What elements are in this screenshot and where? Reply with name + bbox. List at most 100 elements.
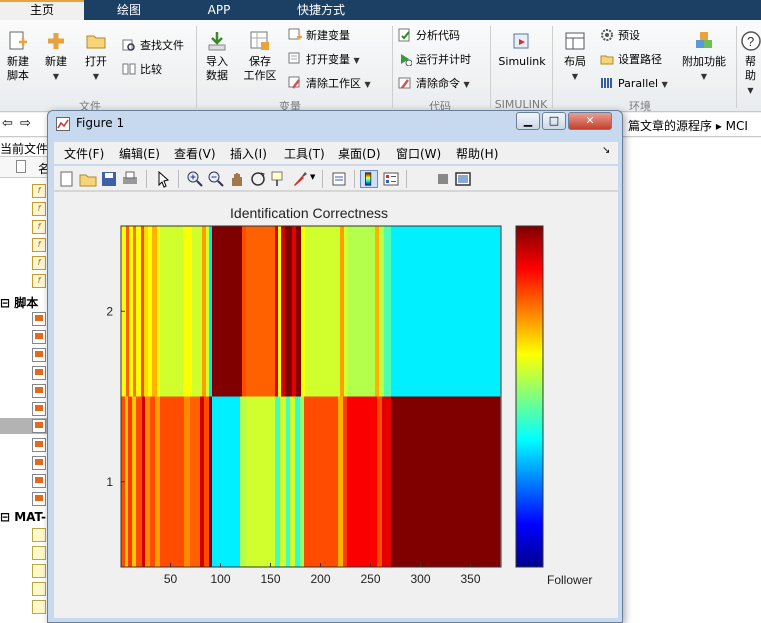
insert-legend-icon[interactable]: [382, 170, 400, 188]
addons-button[interactable]: 附加功能 ▼: [680, 30, 728, 84]
x-tick-label: 250: [360, 572, 380, 586]
menu-file[interactable]: 文件(F): [64, 145, 104, 162]
address-tail[interactable]: 篇文章的源程序 ▸ MCI: [628, 117, 748, 134]
tab-apps[interactable]: APP: [176, 0, 262, 20]
open-dropdown-icon[interactable]: ▼: [93, 72, 99, 81]
zoom-in-icon[interactable]: [186, 170, 204, 188]
menu-insert[interactable]: 插入(I): [230, 145, 267, 162]
clear-workspace-button[interactable]: 清除工作区 ▼: [288, 74, 371, 94]
pointer-icon[interactable]: [154, 170, 172, 188]
zoom-out-icon[interactable]: [207, 170, 225, 188]
help-button[interactable]: ? 帮助 ▼: [740, 30, 761, 98]
menu-view[interactable]: 查看(V): [174, 145, 216, 162]
minimize-button[interactable]: ▁: [516, 112, 540, 130]
set-path-button[interactable]: 设置路径: [600, 50, 662, 70]
open-variable-dropdown-icon[interactable]: ▼: [354, 56, 360, 65]
function-file-icon[interactable]: f: [32, 220, 46, 234]
script-file-icon[interactable]: [32, 348, 46, 362]
script-file-icon[interactable]: [32, 438, 46, 452]
mat-file-icon[interactable]: [32, 564, 46, 578]
pan-hand-icon[interactable]: [228, 170, 246, 188]
menu-tools[interactable]: 工具(T): [284, 145, 325, 162]
brush-icon[interactable]: [291, 170, 309, 188]
open-variable-button[interactable]: 打开变量 ▼: [288, 50, 360, 70]
dock-arrow-icon[interactable]: ↘: [602, 145, 610, 156]
save-workspace-button[interactable]: 保存 工作区: [242, 30, 278, 83]
new-button[interactable]: 新建 ▼: [42, 30, 70, 84]
print-icon[interactable]: [121, 170, 139, 188]
function-file-icon[interactable]: f: [32, 202, 46, 216]
parallel-button[interactable]: Parallel ▼: [600, 74, 668, 94]
close-button[interactable]: ✕: [568, 112, 612, 130]
open-button[interactable]: 打开 ▼: [82, 30, 110, 84]
compare-button[interactable]: 比较: [122, 60, 162, 80]
clear-commands-dropdown-icon[interactable]: ▼: [464, 80, 470, 89]
script-file-icon[interactable]: [32, 492, 46, 506]
clear-workspace-dropdown-icon[interactable]: ▼: [365, 80, 371, 89]
function-file-icon[interactable]: f: [32, 238, 46, 252]
new-figure-icon[interactable]: [58, 170, 76, 188]
show-plot-tools-icon[interactable]: [454, 170, 472, 188]
parallel-dropdown-icon[interactable]: ▼: [662, 80, 668, 89]
new-variable-button[interactable]: 新建变量: [288, 26, 350, 46]
heatmap-cell: [129, 226, 134, 397]
script-file-icon[interactable]: [32, 474, 46, 488]
tab-plots[interactable]: 绘图: [86, 0, 172, 20]
function-file-icon[interactable]: f: [32, 256, 46, 270]
menu-help[interactable]: 帮助(H): [456, 145, 498, 162]
open-file-icon[interactable]: [79, 170, 97, 188]
menu-window[interactable]: 窗口(W): [396, 145, 441, 162]
tab-shortcuts[interactable]: 快捷方式: [264, 0, 378, 20]
forward-arrow-icon[interactable]: ⇨: [20, 116, 31, 131]
mat-file-icon[interactable]: [32, 582, 46, 596]
import-data-button[interactable]: 导入 数据: [202, 30, 232, 83]
svg-text:?: ?: [747, 34, 754, 49]
mat-file-icon[interactable]: [32, 546, 46, 560]
toolbar-divider: [178, 170, 179, 188]
heatmap-chart[interactable]: Identification Correctness 50 100 150 200 25…: [54, 192, 618, 618]
help-dropdown-icon[interactable]: ▼: [747, 86, 753, 95]
script-file-icon[interactable]: [32, 312, 46, 326]
script-file-icon[interactable]: [32, 330, 46, 344]
new-dropdown-icon[interactable]: ▼: [53, 72, 59, 81]
figure-canvas[interactable]: Identification Correctness 50 100 150 200 25…: [54, 192, 618, 618]
rotate-3d-icon[interactable]: [249, 170, 267, 188]
clear-commands-button[interactable]: 清除命令 ▼: [398, 74, 470, 94]
back-arrow-icon[interactable]: ⇦: [2, 116, 13, 131]
maximize-button[interactable]: □: [542, 112, 566, 130]
layout-dropdown-icon[interactable]: ▼: [572, 72, 578, 81]
script-file-icon[interactable]: [32, 402, 46, 416]
menu-edit[interactable]: 编辑(E): [119, 145, 160, 162]
collapse-icon[interactable]: ⊟: [0, 296, 14, 310]
mat-section-header[interactable]: ⊟ MAT-: [0, 510, 46, 524]
brush-dropdown-icon[interactable]: ▼: [310, 173, 315, 181]
addons-dropdown-icon[interactable]: ▼: [701, 72, 707, 81]
save-icon[interactable]: [100, 170, 118, 188]
tab-home[interactable]: 主页: [0, 0, 84, 20]
simulink-button[interactable]: Simulink: [496, 30, 548, 69]
mat-file-icon[interactable]: [32, 600, 46, 614]
scripts-section-header[interactable]: ⊟ 脚本: [0, 294, 38, 311]
insert-colorbar-icon[interactable]: [360, 170, 378, 188]
script-file-icon[interactable]: [32, 366, 46, 380]
find-files-button[interactable]: 查找文件: [122, 36, 184, 56]
menu-desktop[interactable]: 桌面(D): [338, 145, 381, 162]
mat-file-icon[interactable]: [32, 528, 46, 542]
figure-window[interactable]: Figure 1 ▁ □ ✕ 文件(F) 编辑(E) 查看(V) 插入(I) 工…: [47, 110, 623, 623]
script-file-icon[interactable]: [32, 419, 46, 433]
analyze-code-button[interactable]: 分析代码: [398, 26, 460, 46]
function-file-icon[interactable]: f: [32, 274, 46, 288]
new-script-button[interactable]: 新建 脚本: [4, 30, 32, 83]
preferences-button[interactable]: 预设: [600, 26, 640, 46]
layout-button[interactable]: 布局 ▼: [560, 30, 590, 84]
link-plot-icon[interactable]: [330, 170, 348, 188]
script-file-icon[interactable]: [32, 384, 46, 398]
data-cursor-icon[interactable]: [270, 170, 288, 188]
collapse-icon[interactable]: ⊟: [0, 510, 14, 524]
run-and-time-button[interactable]: 运行并计时: [398, 50, 471, 70]
function-file-icon[interactable]: f: [32, 184, 46, 198]
script-file-icon[interactable]: [32, 456, 46, 470]
colorbar[interactable]: [515, 225, 544, 568]
heatmap-cell: [242, 226, 247, 397]
hide-plot-tools-icon[interactable]: [434, 170, 452, 188]
